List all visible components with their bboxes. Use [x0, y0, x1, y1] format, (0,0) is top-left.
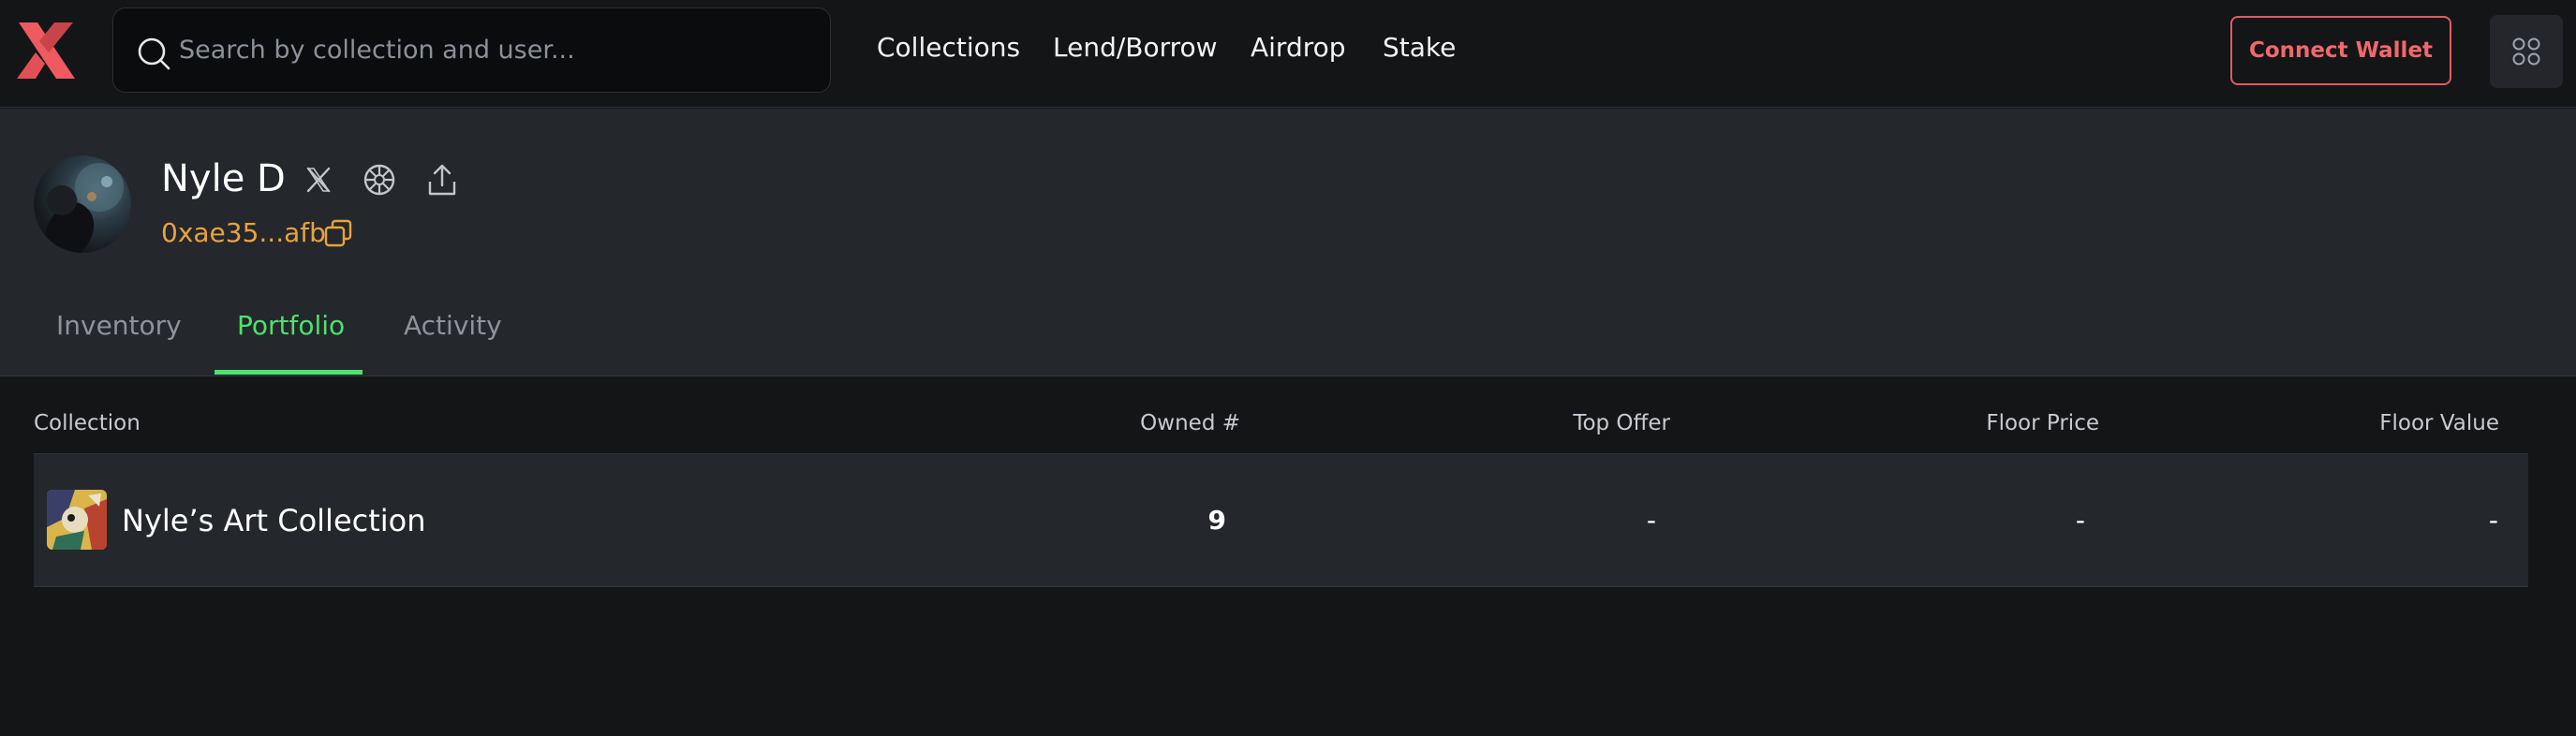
avatar: [34, 155, 131, 253]
nav-collections[interactable]: Collections: [877, 32, 1020, 63]
share-icon[interactable]: [423, 161, 461, 199]
collection-thumbnail: [47, 490, 107, 550]
nav-airdrop[interactable]: Airdrop: [1251, 32, 1346, 63]
apps-menu-button[interactable]: [2490, 15, 2563, 88]
website-icon[interactable]: [361, 161, 398, 199]
owned-count: 9: [1207, 505, 1226, 536]
column-header-floor-price[interactable]: Floor Price: [1986, 411, 2099, 435]
nav-lend-borrow[interactable]: Lend/Borrow: [1053, 32, 1218, 63]
x-twitter-icon[interactable]: [300, 161, 337, 199]
search-bar[interactable]: [112, 7, 831, 93]
top-offer-value: -: [1646, 505, 1656, 536]
connect-wallet-button[interactable]: Connect Wallet: [2230, 16, 2451, 85]
column-header-owned[interactable]: Owned #: [1140, 411, 1240, 435]
search-input[interactable]: [179, 8, 816, 92]
brand-logo[interactable]: [17, 22, 77, 79]
collection-name[interactable]: Nyle’s Art Collection: [122, 503, 426, 538]
active-tab-indicator: [215, 370, 363, 375]
floor-value-value: -: [2488, 505, 2498, 536]
column-header-collection[interactable]: Collection: [34, 411, 141, 435]
profile-header: Nyle D 0xae35...afb Inventory Portfolio …: [0, 109, 2576, 376]
floor-price-value: -: [2075, 505, 2085, 536]
tab-inventory[interactable]: Inventory: [56, 310, 182, 341]
tab-activity[interactable]: Activity: [404, 310, 502, 341]
tab-portfolio[interactable]: Portfolio: [237, 310, 345, 341]
top-nav: Collections Lend/Borrow Airdrop Stake Co…: [0, 0, 2576, 108]
wallet-address: 0xae35...afb: [161, 217, 326, 248]
column-header-floor-value[interactable]: Floor Value: [2379, 411, 2499, 435]
column-header-top-offer[interactable]: Top Offer: [1573, 411, 1670, 435]
table-row[interactable]: Nyle’s Art Collection 9 - - -: [34, 454, 2528, 587]
copy-icon[interactable]: [322, 217, 354, 249]
profile-name: Nyle D: [161, 157, 286, 200]
search-icon: [136, 36, 171, 71]
nav-stake[interactable]: Stake: [1383, 32, 1456, 63]
